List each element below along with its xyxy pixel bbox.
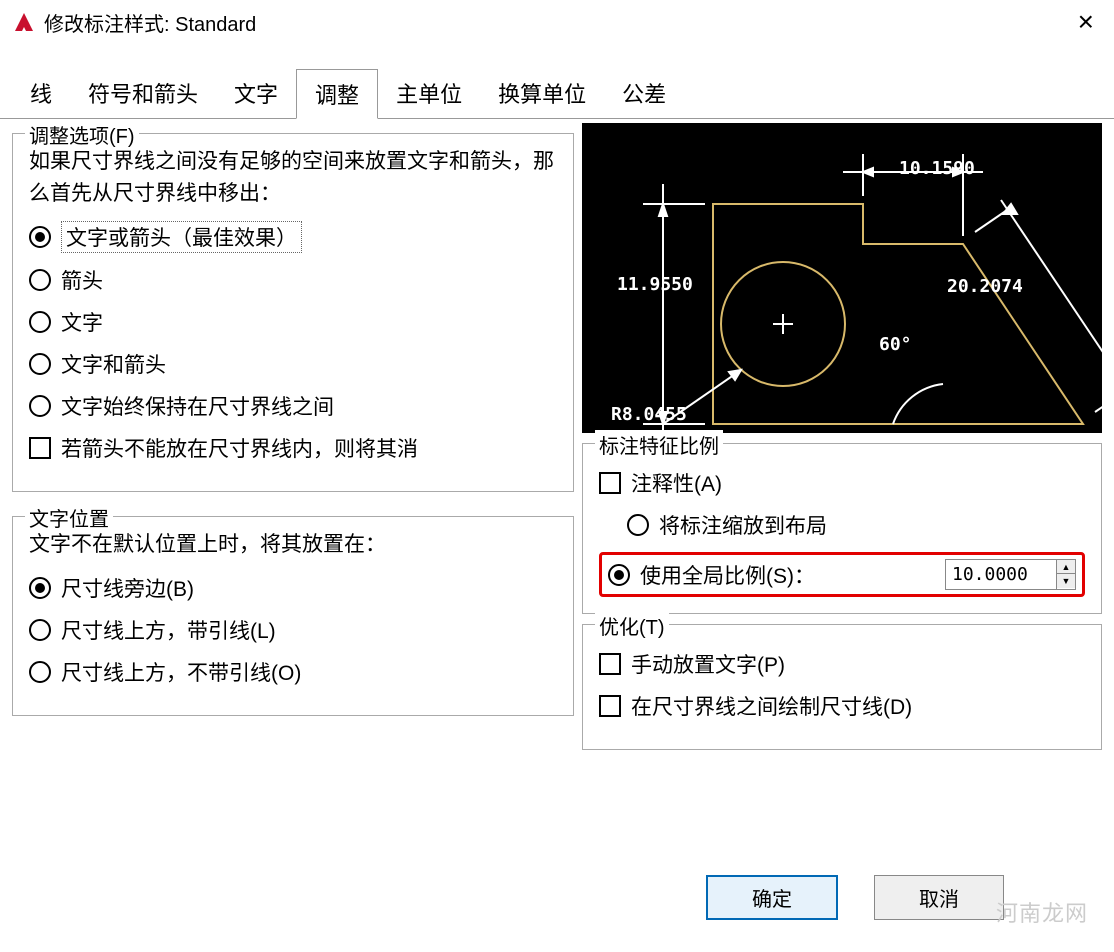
checkbox-label: 手动放置文字(P)	[631, 649, 785, 679]
checkbox-label: 若箭头不能放在尺寸界线内，则将其消	[61, 433, 418, 463]
radio-icon	[608, 564, 630, 586]
dim-angle-label: 60°	[879, 334, 912, 355]
checkbox-icon	[599, 695, 621, 717]
checkbox-icon	[599, 472, 621, 494]
button-label: 确定	[752, 889, 792, 911]
radio-text-and-arrows[interactable]: 文字和箭头	[29, 349, 557, 379]
checkbox-label: 在尺寸界线之间绘制尺寸线(D)	[631, 691, 912, 721]
radio-label: 尺寸线上方，带引线(L)	[61, 615, 276, 645]
cancel-button[interactable]: 取消	[874, 875, 1004, 920]
tab-primary-units[interactable]: 主单位	[378, 69, 480, 119]
tab-label: 调整	[315, 83, 359, 108]
radio-above-no-leader[interactable]: 尺寸线上方，不带引线(O)	[29, 657, 557, 687]
radio-icon	[29, 269, 51, 291]
fit-options-group: 调整选项(F) 如果尺寸界线之间没有足够的空间来放置文字和箭头，那么首先从尺寸界…	[12, 133, 574, 492]
text-position-legend: 文字位置	[25, 503, 113, 532]
check-manual-place-text[interactable]: 手动放置文字(P)	[599, 649, 1085, 679]
radio-label: 尺寸线上方，不带引线(O)	[61, 657, 301, 687]
check-annotative[interactable]: 注释性(A)	[599, 468, 1085, 498]
check-draw-dim-line[interactable]: 在尺寸界线之间绘制尺寸线(D)	[599, 691, 1085, 721]
tab-label: 换算单位	[498, 82, 586, 107]
tab-symbols[interactable]: 符号和箭头	[70, 69, 216, 119]
global-scale-row: 使用全局比例(S)： ▲ ▼	[599, 552, 1085, 597]
radio-use-global-scale[interactable]: 使用全局比例(S)：	[608, 560, 937, 590]
watermark: 河南龙网	[996, 896, 1088, 928]
button-label: 取消	[919, 889, 959, 911]
dim-left-label: 11.9550	[617, 274, 693, 295]
app-icon	[12, 10, 36, 34]
tab-label: 文字	[234, 82, 278, 107]
dim-top-label: 10.1590	[899, 158, 975, 179]
radio-label: 文字	[61, 307, 103, 337]
tab-text[interactable]: 文字	[216, 69, 296, 119]
spinner-down-icon[interactable]: ▼	[1057, 574, 1075, 588]
text-position-desc: 文字不在默认位置上时，将其放置在：	[29, 529, 557, 561]
radio-icon	[29, 577, 51, 599]
checkbox-icon	[599, 653, 621, 675]
tab-lines[interactable]: 线	[12, 69, 70, 119]
fit-options-desc: 如果尺寸界线之间没有足够的空间来放置文字和箭头，那么首先从尺寸界线中移出：	[29, 146, 557, 209]
close-icon[interactable]: ×	[1070, 6, 1102, 38]
radio-label: 箭头	[61, 265, 103, 295]
scale-group: 标注特征比例 注释性(A) 将标注缩放到布局 使用全局比例(S)： ▲ ▼	[582, 443, 1102, 614]
radio-label: 文字和箭头	[61, 349, 166, 379]
radio-text-or-arrows[interactable]: 文字或箭头（最佳效果）	[29, 221, 557, 253]
dialog-buttons: 确定 取消	[706, 875, 1004, 920]
radio-icon	[29, 311, 51, 333]
fit-options-legend: 调整选项(F)	[25, 120, 139, 149]
radio-icon	[29, 619, 51, 641]
radio-icon	[29, 226, 51, 248]
radio-label: 文字或箭头（最佳效果）	[61, 221, 302, 253]
radio-label: 使用全局比例(S)：	[640, 560, 815, 590]
global-scale-spinner[interactable]: ▲ ▼	[945, 559, 1076, 590]
tabs: 线 符号和箭头 文字 调整 主单位 换算单位 公差	[0, 68, 1114, 119]
radio-icon	[627, 514, 649, 536]
global-scale-input[interactable]	[946, 560, 1056, 589]
checkbox-label: 注释性(A)	[631, 468, 722, 498]
preview-panel: 10.1590 11.9550 20.2074 60° R8.0455	[582, 123, 1102, 433]
tab-label: 符号和箭头	[88, 82, 198, 107]
tune-group: 优化(T) 手动放置文字(P) 在尺寸界线之间绘制尺寸线(D)	[582, 624, 1102, 750]
radio-icon	[29, 661, 51, 683]
tune-legend: 优化(T)	[595, 611, 669, 640]
radio-beside-dim-line[interactable]: 尺寸线旁边(B)	[29, 573, 557, 603]
tab-label: 主单位	[396, 82, 462, 107]
checkbox-icon	[29, 437, 51, 459]
scale-legend: 标注特征比例	[595, 430, 723, 459]
radio-label: 文字始终保持在尺寸界线之间	[61, 391, 334, 421]
radio-text[interactable]: 文字	[29, 307, 557, 337]
radio-keep-text-inside[interactable]: 文字始终保持在尺寸界线之间	[29, 391, 557, 421]
ok-button[interactable]: 确定	[706, 875, 838, 920]
title-bar: 修改标注样式: Standard ×	[0, 0, 1114, 44]
tab-label: 公差	[622, 82, 666, 107]
window-title: 修改标注样式: Standard	[44, 8, 1070, 37]
tab-alt-units[interactable]: 换算单位	[480, 69, 604, 119]
tab-label: 线	[30, 82, 52, 107]
spinner-up-icon[interactable]: ▲	[1057, 560, 1075, 574]
check-suppress-arrows[interactable]: 若箭头不能放在尺寸界线内，则将其消	[29, 433, 557, 463]
dim-diag-label: 20.2074	[947, 276, 1023, 297]
dim-radius-label: R8.0455	[611, 404, 687, 425]
radio-scale-to-layout[interactable]: 将标注缩放到布局	[627, 510, 1085, 540]
radio-label: 将标注缩放到布局	[659, 510, 827, 540]
radio-arrows[interactable]: 箭头	[29, 265, 557, 295]
radio-icon	[29, 395, 51, 417]
radio-label: 尺寸线旁边(B)	[61, 573, 194, 603]
radio-icon	[29, 353, 51, 375]
tab-tolerance[interactable]: 公差	[604, 69, 684, 119]
radio-above-with-leader[interactable]: 尺寸线上方，带引线(L)	[29, 615, 557, 645]
text-position-group: 文字位置 文字不在默认位置上时，将其放置在： 尺寸线旁边(B) 尺寸线上方，带引…	[12, 516, 574, 716]
tab-fit[interactable]: 调整	[296, 69, 378, 119]
